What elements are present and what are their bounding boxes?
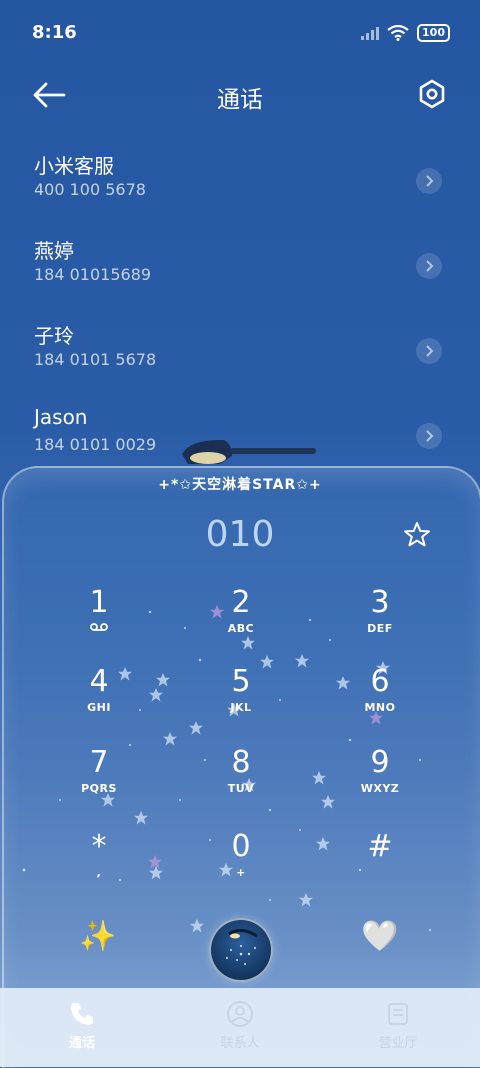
bottom-tab-bar: 通话 联系人 营业厅 — [0, 988, 480, 1067]
chevron-right-icon[interactable] — [416, 423, 442, 449]
key-letters: GHI — [87, 701, 111, 714]
settings-icon[interactable] — [416, 78, 448, 110]
status-bar: 8:16 100 — [0, 0, 480, 68]
store-icon — [388, 1003, 408, 1025]
key-9[interactable]: 9 WXYZ — [320, 746, 440, 816]
key-7[interactable]: 7 PQRS — [39, 746, 159, 816]
key-star[interactable]: * , — [39, 830, 159, 900]
call-button[interactable] — [209, 918, 273, 982]
key-digit: 7 — [89, 745, 109, 780]
key-digit: 6 — [370, 664, 390, 699]
status-time: 8:16 — [32, 22, 77, 43]
key-letters: ABC — [227, 622, 255, 635]
key-letters: DEF — [367, 622, 393, 635]
signal-icon — [361, 27, 380, 40]
call-button-art — [226, 929, 258, 965]
key-5[interactable]: 5 JKL — [181, 665, 301, 735]
key-letters: WXYZ — [360, 782, 400, 795]
tab-calls[interactable]: 通话 — [37, 998, 127, 1051]
phone-icon — [71, 1003, 93, 1025]
chevron-right-icon[interactable] — [416, 338, 442, 364]
key-letters: + — [236, 866, 246, 879]
contact-name: 小米客服 — [34, 154, 114, 178]
key-0[interactable]: 0 + — [181, 830, 301, 900]
key-4[interactable]: 4 GHI — [39, 665, 159, 735]
key-digit: 5 — [231, 664, 251, 699]
key-letters: , — [96, 866, 102, 879]
key-digit: # — [367, 829, 393, 864]
heart-icon[interactable]: 🤍 — [358, 914, 402, 958]
key-letters: JKL — [230, 701, 252, 714]
sparkles-icon[interactable]: ✨ — [76, 914, 120, 958]
tab-store[interactable]: 营业厅 — [353, 998, 443, 1051]
theme-banner: +*✩天空淋着STAR✩+ — [158, 477, 322, 493]
star-favorite-icon[interactable] — [402, 520, 432, 550]
contact-name: 子玲 — [34, 324, 74, 348]
key-digit: 1 — [89, 585, 109, 620]
voicemail-icon — [39, 622, 159, 635]
wifi-icon — [387, 25, 409, 41]
contact-name: 燕婷 — [34, 239, 74, 263]
tab-label: 联系人 — [220, 1036, 260, 1051]
tab-label: 营业厅 — [378, 1036, 418, 1051]
header: 通话 — [0, 72, 480, 120]
key-letters: TUV — [227, 782, 255, 795]
key-2[interactable]: 2 ABC — [181, 586, 301, 656]
key-letters: PQRS — [81, 782, 117, 795]
key-3[interactable]: 3 DEF — [320, 586, 440, 656]
key-digit: 4 — [89, 664, 109, 699]
contact-number: 184 0101 5678 — [34, 350, 157, 369]
chevron-right-icon[interactable] — [416, 253, 442, 279]
chevron-right-icon[interactable] — [416, 168, 442, 194]
battery-indicator: 100 — [417, 24, 450, 42]
list-item[interactable]: 子玲 184 0101 5678 — [0, 320, 480, 404]
contact-number: 400 100 5678 — [34, 180, 146, 199]
contact-number: 184 0101 0029 — [34, 435, 157, 454]
key-8[interactable]: 8 TUV — [181, 746, 301, 816]
contact-name: Jason — [34, 405, 88, 429]
key-digit: * — [91, 829, 107, 864]
contacts-icon — [227, 1001, 253, 1027]
key-6[interactable]: 6 MNO — [320, 665, 440, 735]
key-digit: 8 — [231, 745, 251, 780]
list-item[interactable]: 燕婷 184 01015689 — [0, 235, 480, 319]
list-item[interactable]: 小米客服 400 100 5678 — [0, 150, 480, 234]
tab-label: 通话 — [68, 1036, 95, 1051]
key-digit: 3 — [370, 585, 390, 620]
key-digit: 9 — [370, 745, 390, 780]
tab-contacts[interactable]: 联系人 — [195, 998, 285, 1051]
key-hash[interactable]: # — [320, 830, 440, 900]
key-1[interactable]: 1 — [39, 586, 159, 656]
key-digit: 2 — [231, 585, 251, 620]
key-digit: 0 — [231, 829, 251, 864]
page-title: 通话 — [217, 87, 263, 113]
key-letters: MNO — [364, 701, 396, 714]
contact-number: 184 01015689 — [34, 265, 152, 284]
